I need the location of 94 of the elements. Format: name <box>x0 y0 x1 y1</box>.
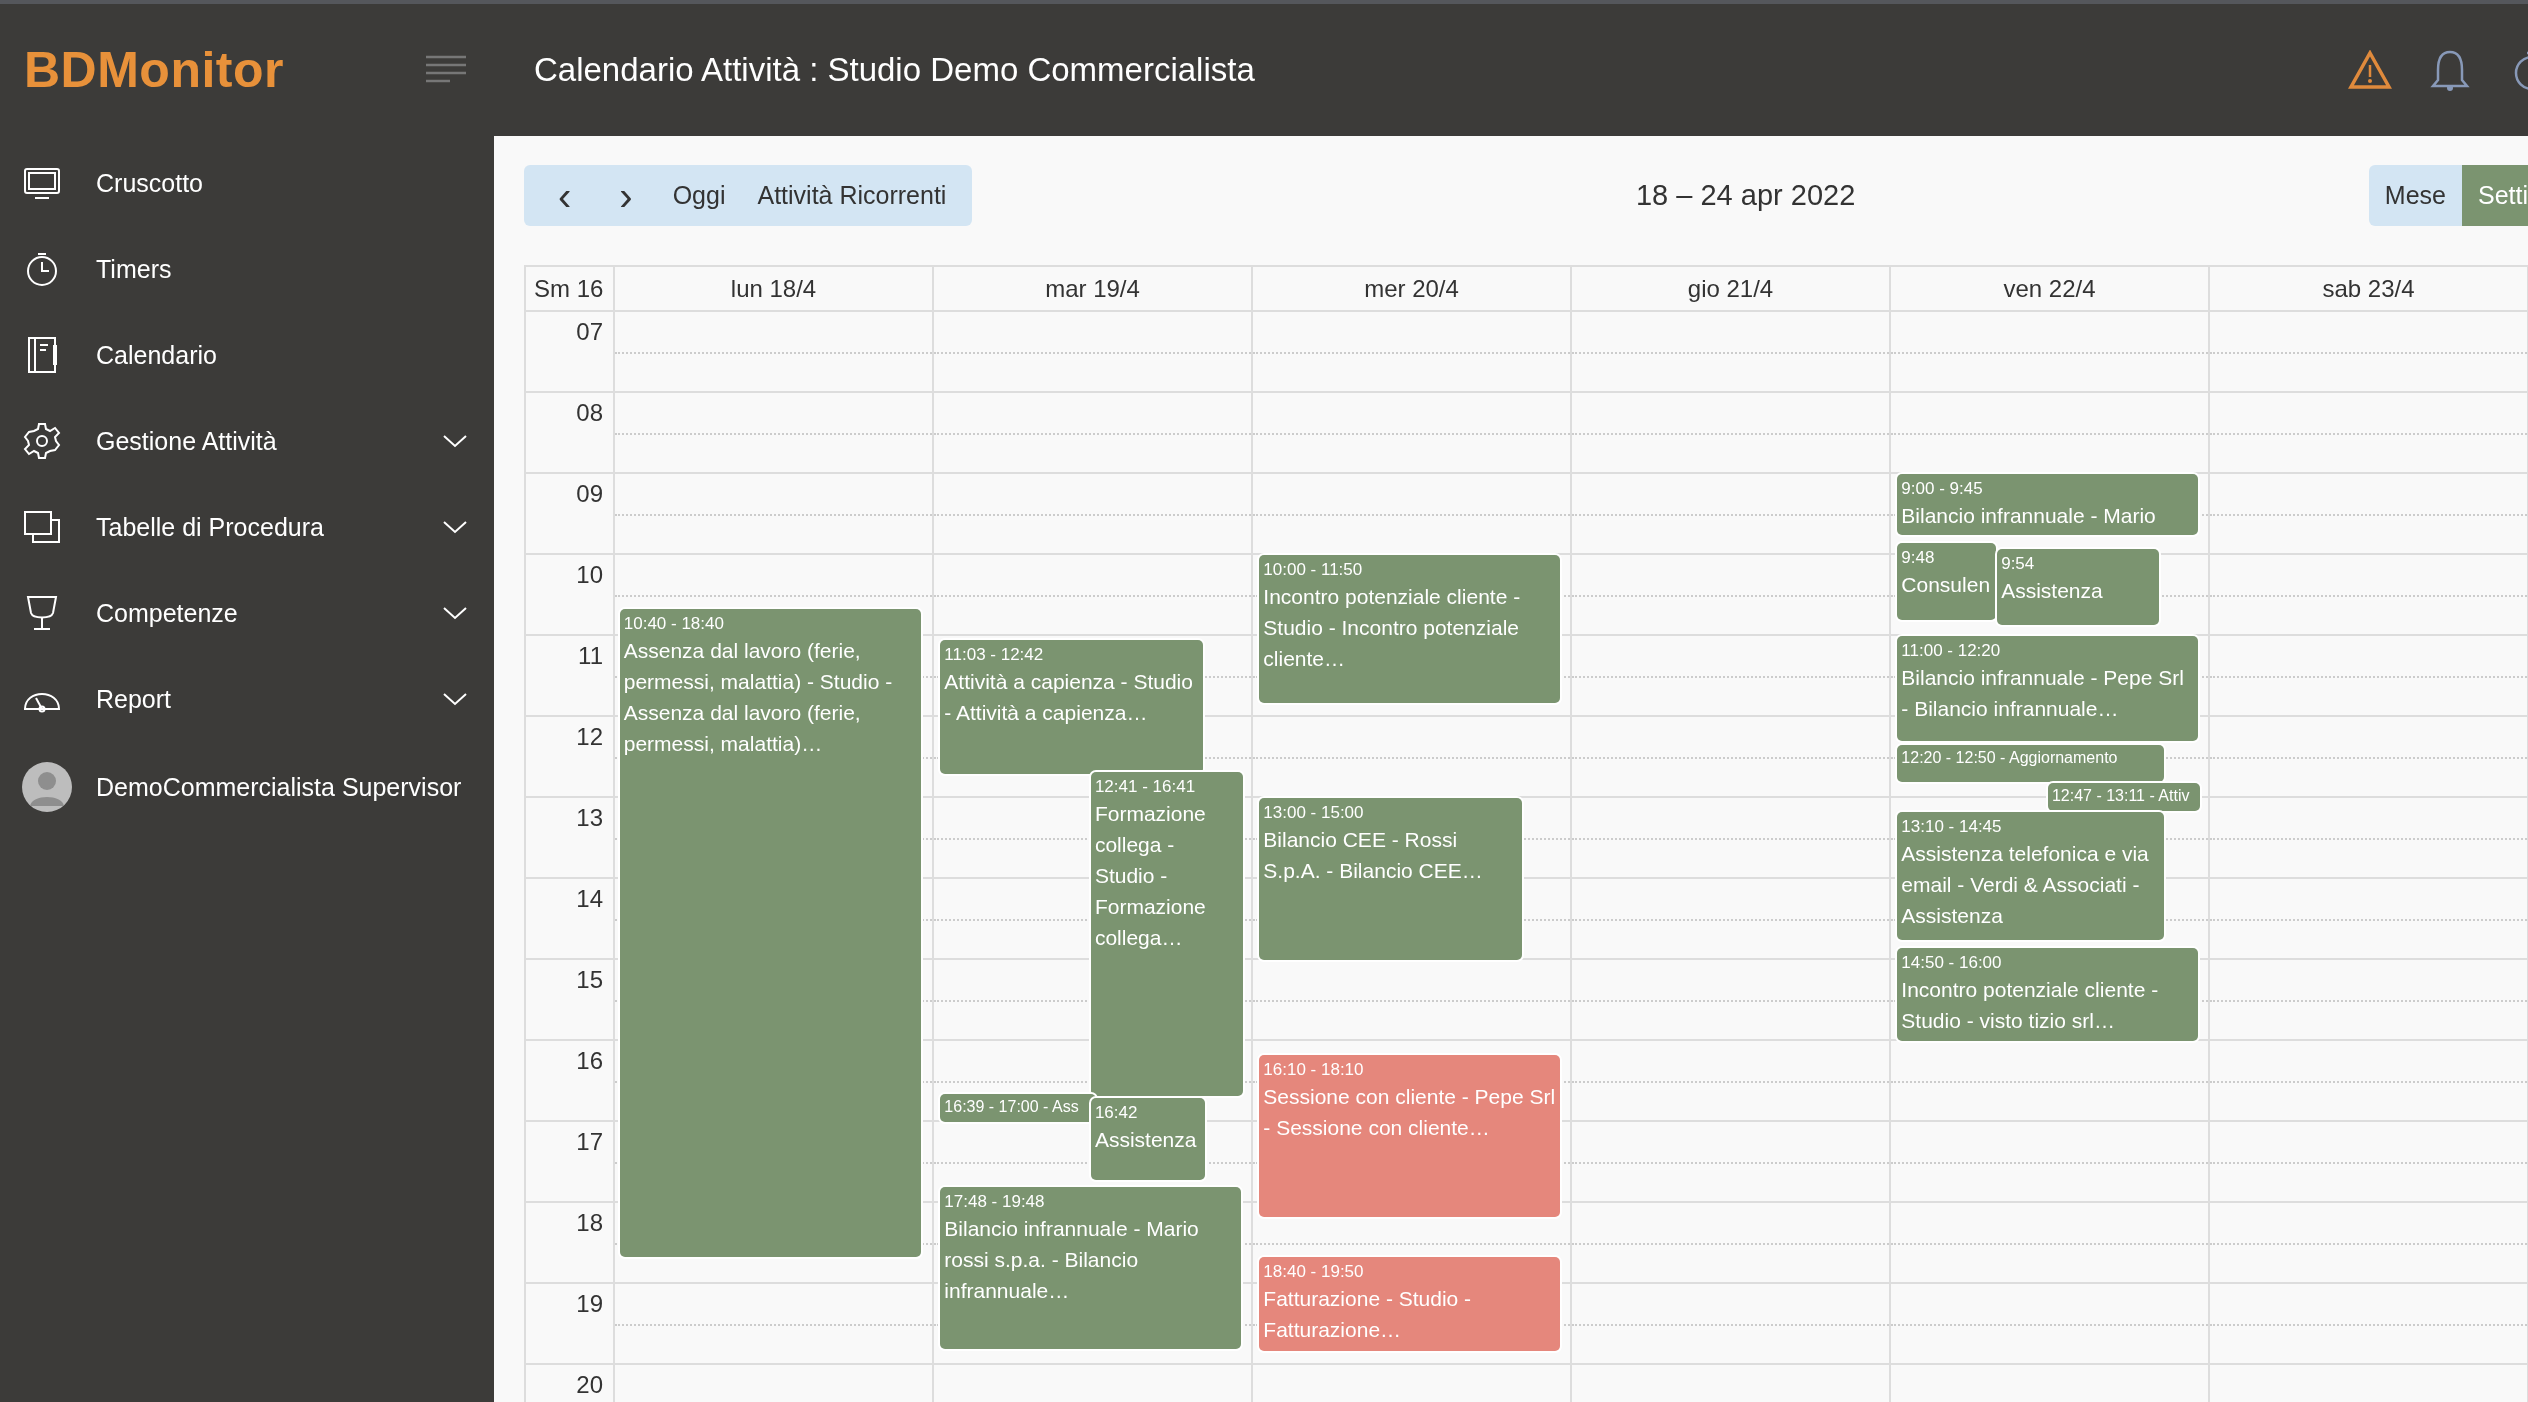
day-header: ven 22/4 <box>1891 267 2210 310</box>
logo: BDMonitor <box>24 41 284 99</box>
event-title: Bilancio infrannuale - Pepe Srl - Bilancio infrannuale… <box>1901 665 2185 722</box>
calendar-event[interactable]: 10:40 - 18:40 Assenza dal lavoro (ferie, permessi, malattia) - Studio - Assenza dal lavoro (ferie, permessi, malattia)… <box>619 609 921 1257</box>
day-header: mer 20/4 <box>1253 267 1572 310</box>
event-title: Fatturazione - Studio - Fatturazione… <box>1263 1286 1473 1343</box>
hour-label: 08 <box>576 399 603 427</box>
calendar-event[interactable]: 13:00 - 15:00 Bilancio CEE - Rossi S.p.A. - Bilancio CEE… <box>1259 798 1523 960</box>
gear-icon <box>22 421 62 461</box>
sidebar-item[interactable]: Gestione Attività <box>0 398 494 484</box>
event-time: 11:00 - 12:20 <box>1901 640 2001 662</box>
day-header: gio 21/4 <box>1572 267 1891 310</box>
event-time: 14:50 - 16:00 <box>1901 951 2002 974</box>
calendar-event[interactable]: 9:54 Assistenza <box>1997 549 2159 625</box>
day-header: sab 23/4 <box>2210 267 2528 310</box>
event-time: 10:00 - 11:50 <box>1263 559 1363 581</box>
calendar-event[interactable]: 11:03 - 12:42 Attività a capienza - Studio - Attività a capienza… <box>940 640 1204 774</box>
hour-label: 16 <box>576 1047 603 1075</box>
hour-label: 07 <box>576 318 603 346</box>
hour-label: 20 <box>576 1371 603 1399</box>
event-time: 9:54 <box>2001 553 2035 576</box>
event-title: Sessione con cliente - Pepe Srl - Sessione con cliente… <box>1263 1083 1557 1141</box>
recurring-activities-button[interactable]: Attività Ricorrenti <box>741 165 963 226</box>
event-title: Assistenza telefonica e via email - Verdi & Associati - Assistenza <box>1901 840 2150 929</box>
sidebar-item[interactable]: Tabelle di Procedura <box>0 484 494 570</box>
calendar-event[interactable]: 12:20 - 12:50 - Aggiornamento <box>1897 745 2164 782</box>
calendar-event[interactable]: 10:00 - 11:50 Incontro potenziale cliente - Studio - Incontro potenziale cliente… <box>1259 555 1561 704</box>
menu-icon[interactable] <box>426 55 466 85</box>
event-time: 18:40 - 19:50 <box>1263 1261 1364 1283</box>
event-time: 10:40 - 18:40 <box>623 613 724 635</box>
event-time: 17:48 - 19:48 <box>944 1190 1045 1213</box>
avatar-icon <box>22 762 72 812</box>
sidebar-item[interactable]: Timers <box>0 226 494 312</box>
bell-icon[interactable] <box>2428 48 2472 92</box>
event-title: Assistenza <box>1094 1126 1197 1153</box>
event-title: Incontro potenziale cliente - Studio - visto tizio srl… <box>1901 976 2160 1034</box>
event-title: Bilancio CEE - Rossi S.p.A. - Bilancio CEE… <box>1263 827 1484 884</box>
calendar-event[interactable]: 12:41 - 16:41 Formazione collega - Studio - Formazione collega… <box>1090 772 1244 1097</box>
view-tab[interactable]: Mese <box>2368 165 2462 226</box>
view-tab[interactable]: Setti <box>2461 165 2528 226</box>
hour-label: 09 <box>576 480 603 508</box>
hour-label: 17 <box>576 1128 603 1156</box>
calendar-event[interactable]: 18:40 - 19:50 Fatturazione - Studio - Fatturazione… <box>1259 1257 1561 1352</box>
event-time: 9:00 - 9:45 <box>1901 478 1983 500</box>
calendar-event[interactable]: 13:10 - 14:45 Assistenza telefonica e via email - Verdi & Associati - Assistenza <box>1897 811 2164 940</box>
event-time: 13:10 - 14:45 <box>1901 815 2002 838</box>
event-title: Bilancio infrannuale - Mario rossi s.p.a. - Bilancio infrannuale… <box>944 1215 1200 1304</box>
hour-label: 14 <box>576 885 603 913</box>
sidebar-item[interactable]: Competenze <box>0 570 494 656</box>
calendar-event[interactable]: 14:50 - 16:00 Incontro potenziale cliente - Studio - visto tizio srl… <box>1897 947 2199 1041</box>
day-header: lun 18/4 <box>615 267 934 310</box>
week-number: Sm 16 <box>526 267 615 310</box>
user-menu[interactable]: DemoCommercialista Supervisor <box>0 742 494 832</box>
event-time: 11:03 - 12:42 <box>944 644 1044 667</box>
warning-icon[interactable] <box>2348 50 2392 90</box>
event-title: Assistenza <box>2001 578 2103 605</box>
event-title: Bilancio infrannuale - Mario <box>1901 503 2156 529</box>
event-time: 12:41 - 16:41 <box>1094 776 1196 799</box>
previous-button[interactable]: ‹ <box>534 165 596 226</box>
hour-label: 12 <box>576 723 603 751</box>
calendar-event[interactable]: 16:42 Assistenza <box>1090 1097 1205 1181</box>
sidebar-item[interactable]: Calendario <box>0 312 494 398</box>
hour-label: 19 <box>576 1290 603 1318</box>
calendar-event[interactable]: 16:10 - 18:10 Sessione con cliente - Pepe Srl - Sessione con cliente… <box>1259 1054 1561 1217</box>
event-title: Formazione collega - Studio - Formazione collega… <box>1094 801 1207 952</box>
event-time: 9:48 <box>1901 546 1935 569</box>
event-time: 12:47 - 13:11 - Attiv <box>2051 786 2190 807</box>
hour-label: 11 <box>578 642 603 670</box>
hour-label: 10 <box>576 561 603 589</box>
sidebar-item[interactable]: Report <box>0 656 494 742</box>
day-header: mar 19/4 <box>934 267 1253 310</box>
calendar-event[interactable]: 9:48 Consulen <box>1897 542 1996 620</box>
event-time: 16:42 <box>1094 1101 1138 1124</box>
event-title: Assenza dal lavoro (ferie, permessi, malattia) - Studio - Assenza dal lavoro (ferie, permessi, malattia)… <box>623 638 894 757</box>
calendar-event[interactable]: 17:48 - 19:48 Bilancio infrannuale - Mario rossi s.p.a. - Bilancio infrannuale… <box>940 1186 1242 1349</box>
event-time: 12:20 - 12:50 - Aggiornamento <box>1901 748 2118 769</box>
hour-label: 18 <box>576 1209 603 1237</box>
event-title: Incontro potenziale cliente - Studio - Incontro potenziale cliente… <box>1263 584 1522 672</box>
sidebar-item[interactable]: Cruscotto <box>0 140 494 226</box>
event-time: 16:10 - 18:10 <box>1263 1058 1364 1081</box>
event-title: Consulen <box>1901 571 1991 598</box>
today-button[interactable]: Oggi <box>656 165 742 226</box>
calendar-event[interactable]: 16:39 - 17:00 - Ass <box>940 1093 1096 1122</box>
calendar-event[interactable]: 12:47 - 13:11 - Attiv <box>2047 783 2201 811</box>
next-button[interactable]: › <box>595 165 657 226</box>
calendar-event[interactable]: 11:00 - 12:20 Bilancio infrannuale - Pepe Srl - Bilancio infrannuale… <box>1897 636 2199 742</box>
event-time: 16:39 - 17:00 - Ass <box>944 1096 1079 1117</box>
page-title: Calendario Attività : Studio Demo Commercialista <box>534 51 1255 89</box>
date-range: 18 – 24 apr 2022 <box>1634 179 1857 212</box>
calendar-event[interactable]: 9:00 - 9:45 Bilancio infrannuale - Mario <box>1897 474 2199 535</box>
hour-label: 13 <box>576 804 603 832</box>
event-title: Attività a capienza - Studio - Attività a capienza… <box>944 669 1194 727</box>
event-time: 13:00 - 15:00 <box>1263 802 1364 824</box>
hour-label: 15 <box>576 966 603 994</box>
